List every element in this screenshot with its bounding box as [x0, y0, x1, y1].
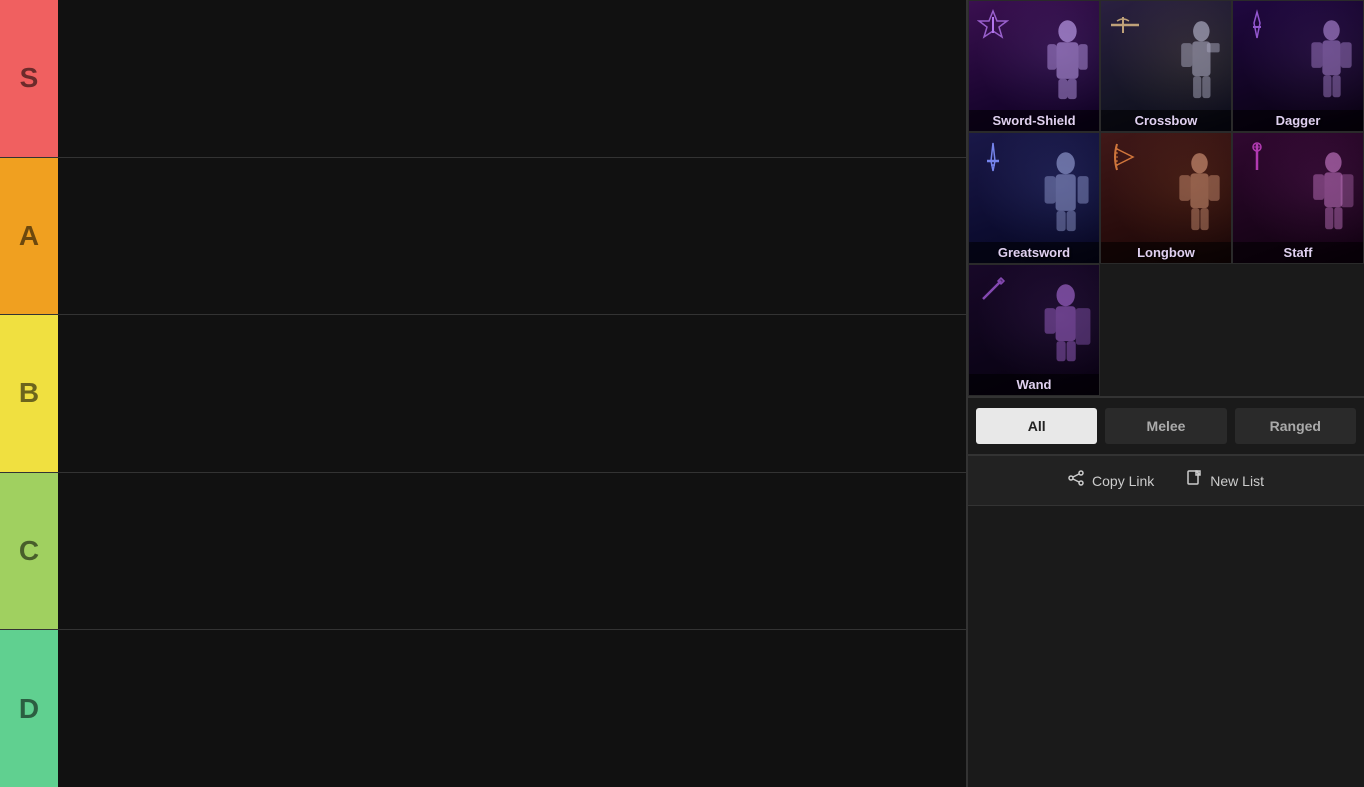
tier-content-b[interactable] — [58, 315, 966, 472]
weapon-card-wand[interactable]: Wand — [968, 264, 1100, 396]
weapon-icon-dagger — [1241, 9, 1277, 45]
weapon-character-staff — [1304, 151, 1359, 241]
tier-content-s[interactable] — [58, 0, 966, 157]
new-list-label: New List — [1210, 473, 1264, 489]
tier-list: S A B C D — [0, 0, 968, 787]
tier-row-s: S — [0, 0, 966, 158]
weapon-card-sword-shield[interactable]: Sword-Shield — [968, 0, 1100, 132]
weapon-icon-greatsword — [977, 141, 1013, 177]
new-list-button[interactable]: New List — [1186, 470, 1264, 491]
weapon-card-staff[interactable]: Staff — [1232, 132, 1364, 264]
tier-row-b: B — [0, 315, 966, 473]
weapon-name-wand: Wand — [969, 374, 1099, 395]
weapon-icon-crossbow — [1109, 9, 1145, 45]
tier-row-c: C — [0, 473, 966, 631]
weapon-card-dagger[interactable]: Dagger — [1232, 0, 1364, 132]
action-bar: Copy Link New List — [968, 456, 1364, 506]
weapon-name-greatsword: Greatsword — [969, 242, 1099, 263]
weapon-icon-longbow — [1109, 141, 1145, 177]
weapon-character-crossbow — [1172, 19, 1227, 109]
weapon-name-sword-shield: Sword-Shield — [969, 110, 1099, 131]
weapon-character-dagger — [1304, 19, 1359, 109]
weapon-icon-sword-shield — [977, 9, 1013, 45]
copy-link-label: Copy Link — [1092, 473, 1154, 489]
weapon-character-wand — [1040, 283, 1095, 373]
weapon-card-greatsword[interactable]: Greatsword — [968, 132, 1100, 264]
filter-all-button[interactable]: All — [976, 408, 1097, 444]
weapon-grid: Sword-Shield Crossbow Dagger — [968, 0, 1364, 398]
weapon-card-longbow[interactable]: Longbow — [1100, 132, 1232, 264]
tier-content-c[interactable] — [58, 473, 966, 630]
weapon-name-longbow: Longbow — [1101, 242, 1231, 263]
weapon-card-crossbow[interactable]: Crossbow — [1100, 0, 1232, 132]
weapon-name-staff: Staff — [1233, 242, 1363, 263]
sidebar: Sword-Shield Crossbow Dagger — [968, 0, 1364, 787]
weapon-name-dagger: Dagger — [1233, 110, 1363, 131]
weapon-icon-staff — [1241, 141, 1277, 177]
weapon-character-sword-shield — [1040, 19, 1095, 109]
tier-content-d[interactable] — [58, 630, 966, 787]
filter-bar: All Melee Ranged — [968, 398, 1364, 456]
tier-label-d: D — [0, 630, 58, 787]
tier-label-c: C — [0, 473, 58, 630]
weapon-character-greatsword — [1040, 151, 1095, 241]
tier-row-d: D — [0, 630, 966, 787]
tier-label-a: A — [0, 158, 58, 315]
weapon-name-crossbow: Crossbow — [1101, 110, 1231, 131]
tier-content-a[interactable] — [58, 158, 966, 315]
copy-link-button[interactable]: Copy Link — [1068, 470, 1154, 491]
copy-link-icon — [1068, 470, 1084, 491]
weapon-icon-wand — [977, 273, 1013, 309]
tier-row-a: A — [0, 158, 966, 316]
tier-label-b: B — [0, 315, 58, 472]
tier-label-s: S — [0, 0, 58, 157]
filter-ranged-button[interactable]: Ranged — [1235, 408, 1356, 444]
weapon-character-longbow — [1172, 151, 1227, 241]
new-list-icon — [1186, 470, 1202, 491]
filter-melee-button[interactable]: Melee — [1105, 408, 1226, 444]
